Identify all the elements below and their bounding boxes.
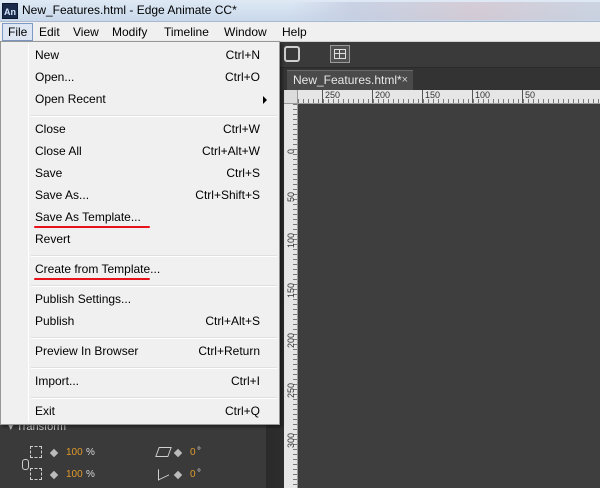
menu-item-label: Save As Template... xyxy=(35,210,141,224)
horizontal-ruler[interactable]: 250 200 150 100 50 xyxy=(298,90,600,104)
menu-file[interactable]: File xyxy=(2,23,34,41)
file-menu-dropdown: New Ctrl+N Open... Ctrl+O Open Recent Cl… xyxy=(0,41,280,425)
menu-item-preview-in-browser[interactable]: Preview In Browser Ctrl+Return xyxy=(1,340,279,362)
red-underline-annotation xyxy=(34,278,150,280)
menu-item-open[interactable]: Open... Ctrl+O xyxy=(1,66,279,88)
stage-select-tool-icon[interactable] xyxy=(284,46,300,62)
menu-separator xyxy=(31,397,277,399)
vertical-ruler[interactable]: 0 50 100 150 200 250 300 xyxy=(284,104,298,488)
menu-item-shortcut: Ctrl+Return xyxy=(198,344,260,358)
menu-item-shortcut: Ctrl+Q xyxy=(224,404,260,418)
menu-item-close[interactable]: Close Ctrl+W xyxy=(1,118,279,140)
ruler-label: 150 xyxy=(422,90,440,103)
ruler-label: 250 xyxy=(322,90,340,103)
menu-item-shortcut: Ctrl+W xyxy=(223,122,260,136)
stage-toolbar xyxy=(280,42,600,68)
skew-value[interactable]: 0 xyxy=(190,447,196,458)
document-tab-label: New_Features.html* xyxy=(293,73,402,87)
ruler-label: 300 xyxy=(286,432,296,448)
menu-item-shortcut: Ctrl+S xyxy=(226,166,260,180)
menu-timeline[interactable]: Timeline xyxy=(159,23,214,41)
menu-item-save-as-template[interactable]: Save As Template... xyxy=(1,206,279,228)
submenu-arrow-icon xyxy=(263,96,267,104)
menu-item-label: Import... xyxy=(35,374,80,388)
menu-separator xyxy=(31,115,277,117)
ruler-corner xyxy=(284,90,298,104)
window-title: New_Features.html - Edge Animate CC* xyxy=(22,3,237,17)
menu-item-import[interactable]: Import... Ctrl+I xyxy=(1,370,279,392)
ruler-label: 150 xyxy=(286,282,296,298)
panel-scrollbar[interactable] xyxy=(266,418,276,488)
menu-item-label: Close All xyxy=(35,144,82,158)
menu-separator xyxy=(31,285,277,287)
document-tab[interactable]: New_Features.html* × xyxy=(287,70,413,90)
menu-item-label: Create from Template... xyxy=(35,262,161,276)
menu-item-label: Save As... xyxy=(35,188,90,202)
rotate-value[interactable]: 0 xyxy=(190,469,196,480)
menu-item-shortcut: Ctrl+O xyxy=(224,70,260,84)
menu-item-save[interactable]: Save Ctrl+S xyxy=(1,162,279,184)
menu-item-label: Close xyxy=(35,122,66,136)
menu-item-label: Publish xyxy=(35,314,75,328)
menu-separator xyxy=(31,255,277,257)
menu-window[interactable]: Window xyxy=(219,23,272,41)
ruler-label: 0 xyxy=(286,148,296,154)
degree-unit: ° xyxy=(197,468,201,479)
menu-edit[interactable]: Edit xyxy=(34,23,65,41)
menu-item-shortcut: Ctrl+Alt+W xyxy=(201,144,260,158)
menu-item-save-as[interactable]: Save As... Ctrl+Shift+S xyxy=(1,184,279,206)
menu-item-label: Save xyxy=(35,166,63,180)
title-bar-blurred-area xyxy=(290,2,600,20)
menu-separator xyxy=(31,367,277,369)
menu-item-shortcut: Ctrl+I xyxy=(230,374,260,388)
menu-item-new[interactable]: New Ctrl+N xyxy=(1,44,279,66)
menu-item-create-from-template[interactable]: Create from Template... xyxy=(1,258,279,280)
degree-unit: ° xyxy=(197,446,201,457)
ruler-label: 50 xyxy=(522,90,535,103)
edge-animate-app-icon[interactable]: An xyxy=(2,3,18,19)
menu-item-open-recent[interactable]: Open Recent xyxy=(1,88,279,110)
menu-item-publish-settings[interactable]: Publish Settings... xyxy=(1,288,279,310)
title-bar: An New_Features.html - Edge Animate CC* xyxy=(0,0,600,22)
grid-toggle-icon[interactable] xyxy=(330,45,350,63)
ruler-label: 250 xyxy=(286,382,296,398)
close-tab-icon[interactable]: × xyxy=(402,71,408,89)
menu-item-label: Preview In Browser xyxy=(35,344,139,358)
scale-y-value[interactable]: 100 xyxy=(66,469,83,480)
menu-item-label: Revert xyxy=(35,232,71,246)
menu-view[interactable]: View xyxy=(68,23,104,41)
percent-unit: % xyxy=(86,447,95,458)
stage-canvas[interactable] xyxy=(299,105,600,488)
menu-help[interactable]: Help xyxy=(277,23,312,41)
ruler-label: 200 xyxy=(286,332,296,348)
ruler-label: 200 xyxy=(372,90,390,103)
menu-item-shortcut: Ctrl+N xyxy=(225,48,260,62)
menu-item-label: Publish Settings... xyxy=(35,292,132,306)
menu-item-shortcut: Ctrl+Alt+S xyxy=(205,314,260,328)
menu-item-close-all[interactable]: Close All Ctrl+Alt+W xyxy=(1,140,279,162)
ruler-label: 100 xyxy=(472,90,490,103)
menu-item-label: New xyxy=(35,48,60,62)
menu-item-label: Open Recent xyxy=(35,92,106,106)
percent-unit: % xyxy=(86,469,95,480)
scale-y-icon xyxy=(30,468,42,480)
menu-item-label: Exit xyxy=(35,404,56,418)
menu-separator xyxy=(31,337,277,339)
menu-item-exit[interactable]: Exit Ctrl+Q xyxy=(1,400,279,422)
link-scale-icon[interactable] xyxy=(22,459,29,470)
menu-bar: File Edit View Modify Timeline Window He… xyxy=(0,22,600,42)
menu-item-revert[interactable]: Revert xyxy=(1,228,279,250)
scale-x-icon xyxy=(30,446,42,458)
menu-item-label: Open... xyxy=(35,70,75,84)
menu-item-shortcut: Ctrl+Shift+S xyxy=(195,188,260,202)
ruler-label: 50 xyxy=(286,191,296,202)
ruler-label: 100 xyxy=(286,232,296,248)
menu-item-publish[interactable]: Publish Ctrl+Alt+S xyxy=(1,310,279,332)
ruler-ticks xyxy=(298,99,600,103)
scale-x-value[interactable]: 100 xyxy=(66,447,83,458)
menu-modify[interactable]: Modify xyxy=(107,23,152,41)
